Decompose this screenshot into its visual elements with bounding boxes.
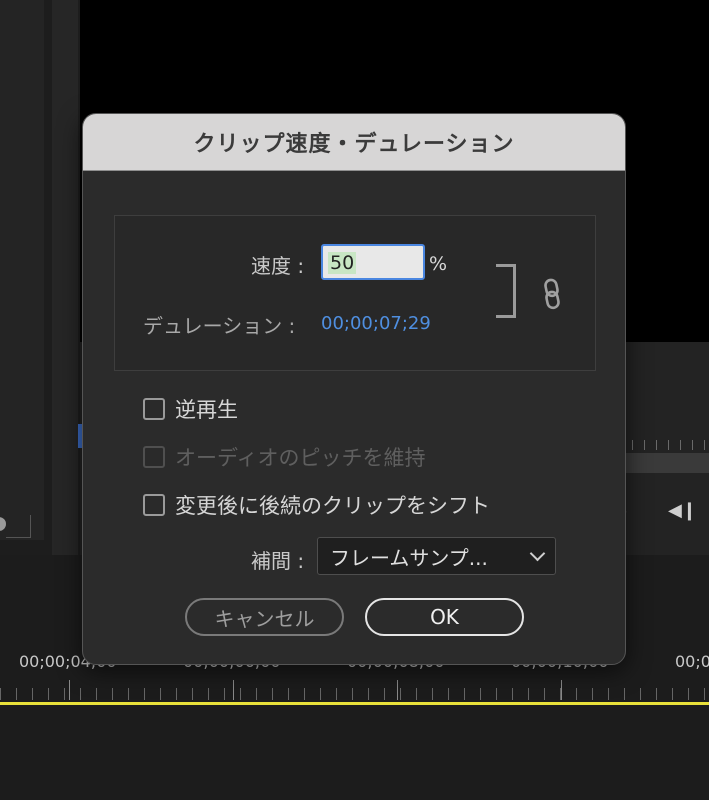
chevron-down-icon <box>529 545 546 562</box>
ripple-edit-checkbox[interactable] <box>143 494 165 516</box>
cancel-button[interactable]: キャンセル <box>185 598 344 636</box>
dialog-title: クリップ速度・デュレーション <box>193 132 515 157</box>
maintain-audio-pitch-option: オーディオのピッチを維持 <box>143 442 426 472</box>
left-panel-scrollbar[interactable] <box>52 0 78 555</box>
timeline-major-tick <box>233 680 234 700</box>
reverse-speed-checkbox[interactable] <box>143 398 165 420</box>
monitor-zoom-scrollbar[interactable] <box>620 453 709 473</box>
speed-unit: % <box>429 253 448 275</box>
timeline-timecode: 00;00; <box>675 652 709 671</box>
duration-label: デュレーション : <box>143 314 296 338</box>
timeline-major-tick <box>397 680 398 700</box>
speed-value: 50 <box>328 252 357 274</box>
ripple-edit-option[interactable]: 変更後に後続のクリップをシフト <box>143 490 490 520</box>
ripple-edit-label: 変更後に後続のクリップをシフト <box>175 494 490 518</box>
timeline-major-tick <box>69 680 70 700</box>
maintain-audio-pitch-checkbox <box>143 446 165 468</box>
step-back-icon[interactable]: ◀❙ <box>668 500 697 521</box>
ok-button[interactable]: OK <box>365 598 524 636</box>
maintain-audio-pitch-label: オーディオのピッチを維持 <box>175 446 426 470</box>
duration-value[interactable]: 00;00;07;29 <box>321 313 431 334</box>
speed-input[interactable]: 50 <box>321 244 425 280</box>
dialog-titlebar[interactable]: クリップ速度・デュレーション <box>83 114 625 171</box>
work-area-bar[interactable] <box>0 702 709 705</box>
interpolation-label: 補間 : <box>251 549 305 573</box>
reverse-speed-label: 逆再生 <box>175 398 238 422</box>
left-panel-corner <box>6 515 31 538</box>
timeline-major-tick <box>561 680 562 700</box>
clip-speed-duration-dialog: クリップ速度・デュレーション 速度 : 50 % デュレーション : 00;00… <box>82 113 626 665</box>
left-panel-strip <box>0 0 44 540</box>
timeline-ruler[interactable] <box>0 688 709 700</box>
speed-duration-group <box>114 215 596 371</box>
interpolation-value: フレームサンプ... <box>330 545 488 570</box>
monitor-ruler <box>620 440 709 450</box>
link-icon[interactable] <box>541 278 563 314</box>
link-bracket <box>496 264 516 318</box>
reverse-speed-option[interactable]: 逆再生 <box>143 394 238 424</box>
interpolation-select[interactable]: フレームサンプ... <box>317 537 556 575</box>
speed-label: 速度 : <box>251 254 305 278</box>
